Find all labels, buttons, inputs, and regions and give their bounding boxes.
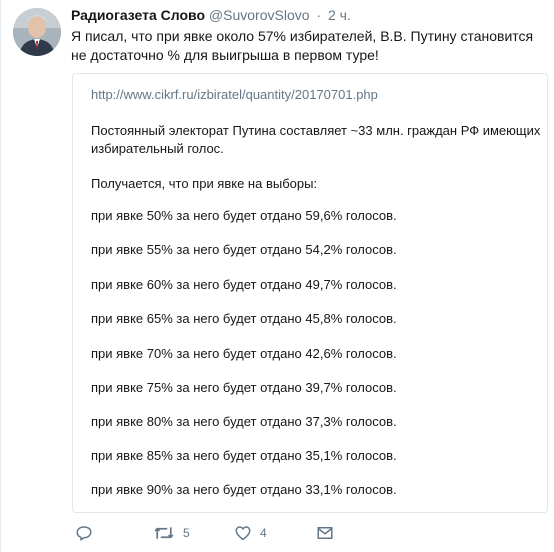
turnout-line: при явке 90% за него будет отдано 33,1% … bbox=[91, 482, 397, 497]
turnout-line: при явке 70% за него будет отдано 42,6% … bbox=[91, 346, 397, 361]
heart-icon bbox=[235, 526, 251, 541]
avatar-photo bbox=[13, 8, 61, 56]
turnout-line: при явке 55% за него будет отдано 54,2% … bbox=[91, 242, 397, 257]
envelope-icon bbox=[317, 527, 333, 539]
turnout-line: при явке 80% за него будет отдано 37,3% … bbox=[91, 414, 397, 429]
tweet-header: Радиогазета Слово @SuvorovSlovo · 2 ч. bbox=[71, 6, 351, 24]
reply-icon bbox=[76, 526, 92, 541]
retweet-icon bbox=[154, 527, 174, 539]
like-button[interactable]: 4 bbox=[234, 524, 267, 542]
tweet-actions: 5 4 bbox=[71, 524, 371, 546]
timestamp[interactable]: 2 ч. bbox=[328, 7, 351, 23]
turnout-line: при явке 65% за него будет отдано 45,8% … bbox=[91, 311, 397, 326]
author-name[interactable]: Радиогазета Слово bbox=[71, 7, 205, 23]
tweet-text: Я писал, что при явке около 57% избирате… bbox=[71, 27, 541, 65]
turnout-line: при явке 75% за него будет отдано 39,7% … bbox=[91, 380, 397, 395]
retweet-button[interactable]: 5 bbox=[153, 524, 190, 542]
source-link[interactable]: http://www.cikrf.ru/izbiratel/quantity/2… bbox=[91, 87, 378, 102]
retweet-count: 5 bbox=[183, 526, 190, 540]
turnout-line: при явке 50% за него будет отдано 59,6% … bbox=[91, 208, 397, 223]
avatar[interactable] bbox=[13, 8, 61, 56]
tweet-text-line: Я писал, что при явке около 57% избирате… bbox=[71, 28, 534, 44]
tweet-text-line: не достаточно % для выигрыша в первом ту… bbox=[71, 47, 379, 63]
quote-intro: Получается, что при явке на выборы: bbox=[91, 176, 318, 191]
author-handle[interactable]: @SuvorovSlovo bbox=[209, 7, 310, 23]
direct-message-button[interactable] bbox=[316, 524, 334, 542]
separator-dot: · bbox=[316, 7, 322, 23]
quote-paragraph: Постоянный электорат Путина составляет ~… bbox=[91, 123, 541, 156]
tweet[interactable]: Радиогазета Слово @SuvorovSlovo · 2 ч. Я… bbox=[0, 0, 554, 552]
quoted-content-card[interactable]: http://www.cikrf.ru/izbiratel/quantity/2… bbox=[72, 73, 548, 513]
turnout-line: при явке 60% за него будет отдано 49,7% … bbox=[91, 277, 397, 292]
reply-button[interactable] bbox=[75, 524, 93, 542]
like-count: 4 bbox=[260, 526, 267, 540]
turnout-line: при явке 85% за него будет отдано 35,1% … bbox=[91, 448, 397, 463]
